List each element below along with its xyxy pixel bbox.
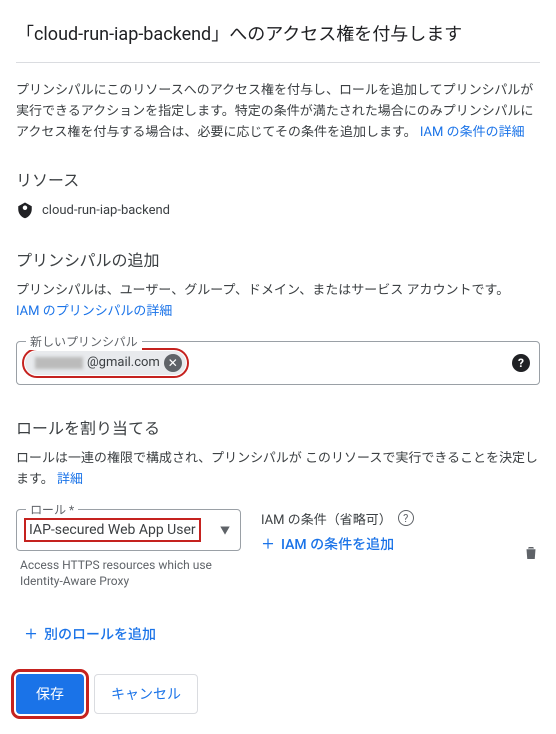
trash-icon bbox=[522, 544, 540, 562]
panel-description: プリンシパルにこのリソースへのアクセス権を付与し、ロールを追加してプリンシパルが… bbox=[16, 81, 540, 143]
resource-heading: リソース bbox=[16, 167, 540, 191]
role-select-value: IAP-secured Web App User bbox=[27, 521, 198, 539]
resource-icon bbox=[16, 201, 34, 219]
delete-role-button[interactable] bbox=[522, 536, 540, 562]
plus-icon: ＋ bbox=[24, 624, 38, 644]
help-icon[interactable]: ? bbox=[398, 510, 414, 526]
chevron-down-icon: ▼ bbox=[220, 522, 230, 537]
principal-chip[interactable]: @gmail.com ✕ bbox=[25, 351, 186, 375]
chip-suffix: @gmail.com bbox=[87, 355, 160, 370]
panel-title: 「cloud-run-iap-backend」へのアクセス権を付与します bbox=[16, 20, 540, 63]
footer-buttons: 保存 キャンセル bbox=[16, 674, 540, 714]
role-helper-text: Access HTTPS resources which use Identit… bbox=[16, 557, 241, 591]
help-icon[interactable]: ? bbox=[512, 354, 530, 372]
role-select-label: ロール * bbox=[26, 501, 78, 518]
roles-detail-link[interactable]: 詳細 bbox=[57, 472, 83, 487]
resource-name: cloud-run-iap-backend bbox=[42, 203, 170, 218]
roles-description: ロールは一連の権限で構成され、プリンシパルが このリソースで実行できることを決定… bbox=[16, 449, 540, 491]
roles-heading: ロールを割り当てる bbox=[16, 415, 540, 439]
condition-header: IAM の条件（省略可） ? bbox=[261, 509, 502, 528]
chip-remove-icon[interactable]: ✕ bbox=[164, 354, 182, 372]
add-condition-button[interactable]: ＋ IAM の条件を追加 bbox=[261, 534, 394, 554]
principals-heading: プリンシパルの追加 bbox=[16, 247, 540, 271]
plus-icon: ＋ bbox=[261, 534, 275, 554]
iam-principals-link[interactable]: IAM のプリンシパルの詳細 bbox=[16, 304, 172, 319]
iam-conditions-link[interactable]: IAM の条件の詳細 bbox=[420, 125, 525, 140]
redacted-text bbox=[35, 357, 83, 369]
principals-input-wrapper: 新しいプリンシパル @gmail.com ✕ ? bbox=[16, 341, 540, 385]
resource-row: cloud-run-iap-backend bbox=[16, 201, 540, 219]
principals-input-label: 新しいプリンシパル bbox=[26, 333, 142, 350]
principals-description: プリンシパルは、ユーザー、グループ、ドメイン、またはサービス アカウントです。 … bbox=[16, 281, 540, 323]
save-button[interactable]: 保存 bbox=[16, 674, 84, 714]
role-assignment-row: ロール * IAP-secured Web App User ▼ Access … bbox=[16, 509, 540, 591]
add-another-role-button[interactable]: ＋ 別のロールを追加 bbox=[24, 624, 156, 644]
cancel-button[interactable]: キャンセル bbox=[94, 674, 198, 714]
